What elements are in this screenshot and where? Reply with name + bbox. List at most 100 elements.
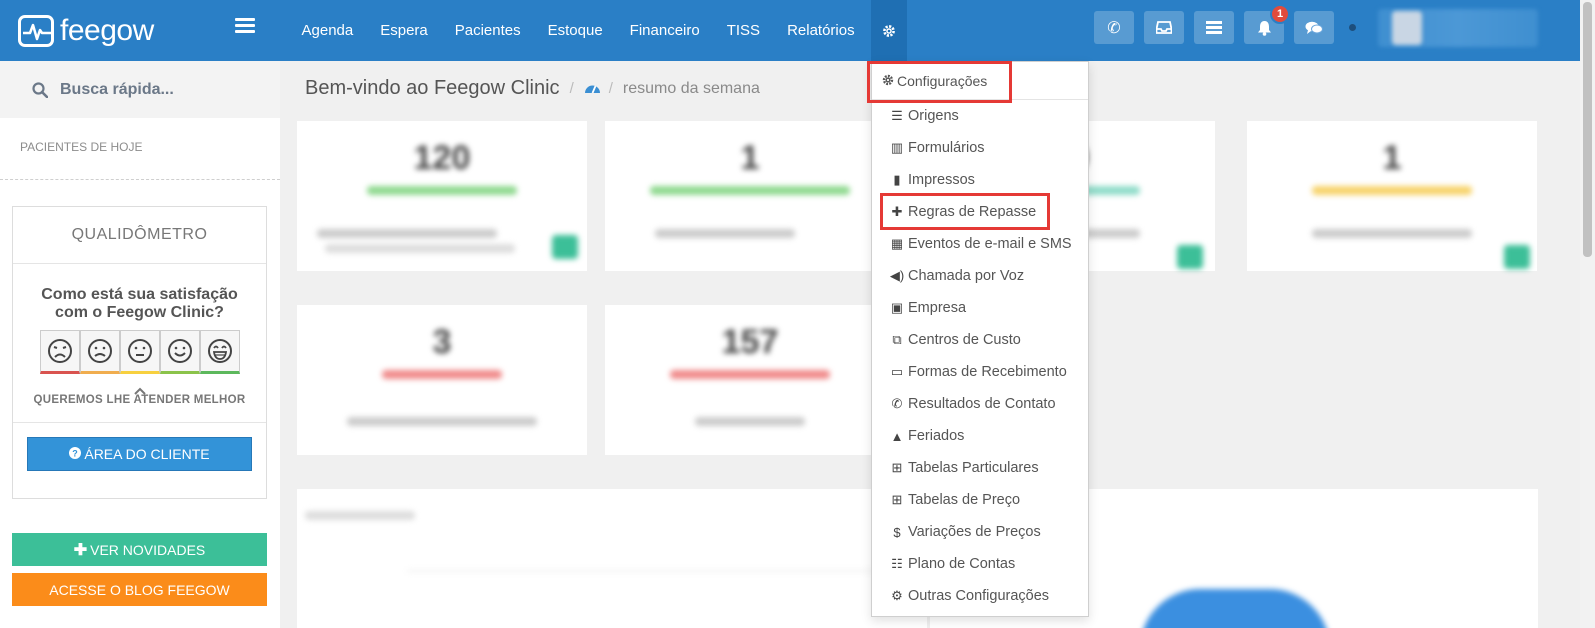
menu-item-label: Tabelas Particulares <box>908 460 1039 476</box>
phone-icon[interactable]: ✆ <box>1094 11 1134 44</box>
qualidometro-subtitle: QUEREMOS LHE ATENDER MELHOR <box>33 394 246 406</box>
menu-item-regras-de-repasse[interactable]: ✚ Regras de Repasse <box>872 196 1088 228</box>
stat-card-6: 157 <box>605 305 895 455</box>
file-icon: ▮ <box>893 172 901 187</box>
stat-card-2: 1 <box>605 121 895 271</box>
inbox-icon[interactable] <box>1144 11 1184 44</box>
road-icon: ▲ <box>890 428 904 444</box>
stat-value: 3 <box>432 323 452 361</box>
dropdown-header-label: Configurações <box>897 72 988 89</box>
menu-item-label: Eventos de e-mail e SMS <box>908 236 1072 252</box>
menu-item-centros-de-custo[interactable]: ⧉ Centros de Custo <box>872 324 1088 356</box>
bell-icon[interactable]: 1 <box>1244 4 1290 44</box>
list-icon: ☰ <box>891 108 903 123</box>
face-very-unhappy-icon[interactable] <box>39 330 80 374</box>
dropdown-header[interactable]: Configurações <box>872 62 1088 100</box>
dropdown-items: ☰ Origens ▥ Formulários ▮ Impressos ✚ Regras de… <box>872 100 1088 612</box>
table-icon: ⊞ <box>891 460 903 475</box>
nav-pacientes[interactable]: Pacientes <box>441 0 534 61</box>
stat-card-4: 1 <box>1247 121 1537 271</box>
search-placeholder: Busca rápida... <box>60 80 174 98</box>
menu-item-label: Tabelas de Preço <box>908 492 1021 508</box>
logo-text: feegow <box>60 13 154 47</box>
quick-search[interactable]: Busca rápida... <box>0 61 280 118</box>
nav-espera[interactable]: Espera <box>367 0 442 61</box>
nav-financeiro[interactable]: Financeiro <box>616 0 713 61</box>
menu-item-empresa[interactable]: ▣ Empresa <box>872 292 1088 324</box>
hamburger-menu-icon[interactable] <box>235 18 255 34</box>
menu-item-label: Resultados de Contato <box>908 396 1056 412</box>
menu-item-label: Formas de Recebimento <box>908 364 1067 380</box>
menu-item-tabelas-de-preco[interactable]: ⊞ Tabelas de Preço <box>872 484 1088 516</box>
settings-dropdown-menu: Configurações ☰ Origens ▥ Formulários ▮ Impre… <box>871 61 1089 617</box>
chat-icon[interactable] <box>1294 11 1334 44</box>
list-icon[interactable] <box>1194 11 1234 44</box>
menu-item-tabelas-particulares[interactable]: ⊞ Tabelas Particulares <box>872 452 1088 484</box>
menu-item-plano-de-contas[interactable]: ☷ Plano de Contas <box>872 548 1088 580</box>
menu-item-formularios[interactable]: ▥ Formulários <box>872 132 1088 164</box>
page-scrollbar[interactable] <box>1580 0 1595 628</box>
face-very-happy-icon[interactable] <box>199 330 240 374</box>
rating-faces <box>13 330 266 374</box>
settings-tab[interactable] <box>871 0 907 61</box>
menu-item-label: Origens <box>908 108 959 124</box>
svg-text:?: ? <box>73 449 79 459</box>
topbar-actions: ✆ 1 <box>1094 4 1334 44</box>
list-alt-icon: ☷ <box>891 556 903 571</box>
nav-agenda[interactable]: Agenda <box>288 0 367 61</box>
menu-item-label: Impressos <box>908 172 975 188</box>
menu-item-label: Outras Configurações <box>908 588 1050 604</box>
calendar-icon: ▦ <box>890 236 904 251</box>
menu-item-outras-configuracoes[interactable]: ⚙ Outras Configurações <box>872 580 1088 612</box>
stat-value: 1 <box>740 139 760 177</box>
menu-item-formas-de-recebimento[interactable]: ▭ Formas de Recebimento <box>872 356 1088 388</box>
menu-item-label: Centros de Custo <box>908 332 1021 348</box>
breadcrumb-current: resumo da semana <box>622 79 760 97</box>
menu-item-label: Regras de Repasse <box>908 204 1037 220</box>
logo-icon <box>18 14 54 47</box>
nav-estoque[interactable]: Estoque <box>534 0 616 61</box>
stat-value: 157 <box>721 323 779 361</box>
top-navbar: feegow Agenda Espera Pacientes Estoque F… <box>0 0 1595 61</box>
nav-tiss[interactable]: TISS <box>713 0 773 61</box>
credit-card-icon: ▭ <box>890 364 904 379</box>
satisfaction-question: Como está sua satisfação com o Feegow Cl… <box>41 286 238 321</box>
menu-item-chamada-por-voz[interactable]: ◀) Chamada por Voz <box>872 260 1088 292</box>
nav-relatorios[interactable]: Relatórios <box>774 0 869 61</box>
volume-icon: ◀) <box>889 268 905 283</box>
news-button-label: VER NOVIDADES <box>90 541 206 558</box>
avatar[interactable] <box>1392 11 1422 45</box>
face-neutral-icon[interactable] <box>119 330 160 374</box>
menu-item-label: Empresa <box>908 300 967 316</box>
main-nav: Agenda Espera Pacientes Estoque Financei… <box>288 0 904 61</box>
cogs-icon: ⚙ <box>891 588 903 603</box>
client-area-button[interactable]: ? ÁREA DO CLIENTE <box>27 437 252 471</box>
menu-item-impressos[interactable]: ▮ Impressos <box>872 164 1088 196</box>
menu-item-label: Formulários <box>908 140 985 156</box>
menu-item-eventos-de-e-mail-e-sms[interactable]: ▦ Eventos de e-mail e SMS <box>872 228 1088 260</box>
bar-chart-icon: ▥ <box>890 140 904 155</box>
stat-card-5: 3 <box>297 305 587 455</box>
menu-item-resultados-de-contato[interactable]: ✆ Resultados de Contato <box>872 388 1088 420</box>
menu-item-feriados[interactable]: ▲ Feriados <box>872 420 1088 452</box>
news-button[interactable]: ✚ VER NOVIDADES <box>12 533 267 566</box>
gear-icon <box>883 24 895 37</box>
dollar-icon: $ <box>893 524 901 540</box>
patients-today-label: PACIENTES DE HOJE <box>0 118 280 180</box>
status-dot <box>1349 24 1356 31</box>
menu-item-variacoes-de-precos[interactable]: $ Variações de Preços <box>872 516 1088 548</box>
face-happy-icon[interactable] <box>159 330 200 374</box>
menu-item-origens[interactable]: ☰ Origens <box>872 100 1088 132</box>
plus-icon: ✚ <box>73 541 88 559</box>
chevron-up-icon <box>13 382 266 395</box>
dashboard-icon <box>584 77 601 100</box>
phone-icon: ✆ <box>891 396 903 411</box>
blog-button[interactable]: ACESSE O BLOG FEEGOW <box>12 573 267 606</box>
appointments-chart-panel <box>297 489 927 628</box>
client-area-label: ÁREA DO CLIENTE <box>84 446 210 462</box>
face-unhappy-icon[interactable] <box>79 330 120 374</box>
qualidometro-panel: QUALIDÔMETRO Como está sua satisfação co… <box>12 206 267 499</box>
puzzle-icon: ✚ <box>891 204 903 219</box>
qualidometro-title: QUALIDÔMETRO <box>13 207 266 264</box>
stat-value: 1 <box>1382 139 1402 177</box>
